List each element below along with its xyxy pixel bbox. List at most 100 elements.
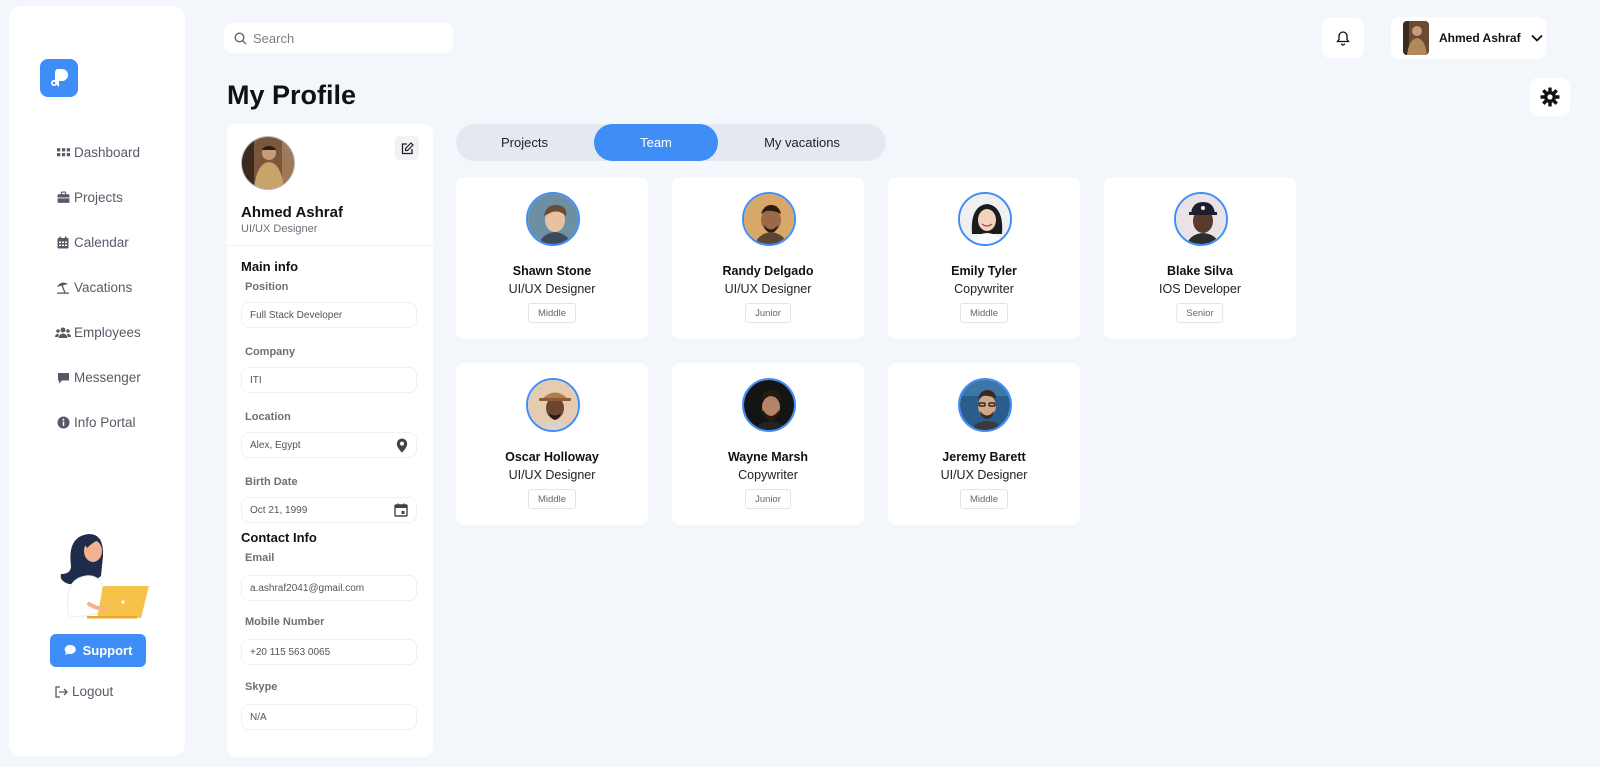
position-field[interactable]: Full Stack Developer: [241, 302, 417, 328]
avatar: [526, 378, 580, 432]
sidebar-item-label: Employees: [74, 325, 141, 340]
gear-icon: [1540, 87, 1560, 107]
member-name: Oscar Holloway: [505, 450, 599, 464]
member-name: Emily Tyler: [951, 264, 1017, 278]
logout-icon: [55, 685, 68, 698]
divider: [227, 245, 433, 246]
search-input[interactable]: [253, 30, 443, 46]
user-name: Ahmed Ashraf: [1439, 31, 1521, 45]
profile-avatar: [241, 136, 295, 190]
sidebar-item-calendar[interactable]: Calendar: [55, 220, 141, 265]
briefcase-icon: [55, 190, 71, 206]
tab-my-vacations[interactable]: My vacations: [718, 124, 886, 161]
level-badge: Middle: [960, 489, 1008, 509]
birth-date-field[interactable]: Oct 21, 1999: [241, 497, 417, 523]
birth-date-value: Oct 21, 1999: [250, 504, 308, 516]
email-field[interactable]: a.ashraf2041@gmail.com: [241, 575, 417, 601]
member-role: Copywriter: [738, 468, 798, 482]
sidebar-item-employees[interactable]: Employees: [55, 310, 141, 355]
member-name: Wayne Marsh: [727, 450, 809, 464]
info-icon: [55, 415, 71, 431]
member-role: UI/UX Designer: [724, 282, 812, 296]
avatar: [1403, 21, 1429, 55]
sidebar-item-vacations[interactable]: Vacations: [55, 265, 141, 310]
member-name: Randy Delgado: [722, 264, 814, 278]
profile-card: Ahmed Ashraf UI/UX Designer Main info Po…: [227, 124, 433, 757]
position-label: Position: [245, 281, 289, 293]
support-label: Support: [82, 643, 133, 658]
member-name: Jeremy Barett: [942, 450, 1026, 464]
sidebar-item-messenger[interactable]: Messenger: [55, 355, 141, 400]
profile-name: Ahmed Ashraf: [241, 204, 343, 221]
mobile-value: +20 115 563 0065: [250, 646, 331, 658]
chat-icon: [55, 370, 71, 386]
avatar: [958, 192, 1012, 246]
main-info-title: Main info: [241, 259, 299, 274]
sidebar-item-label: Projects: [74, 190, 123, 205]
level-badge: Middle: [528, 303, 576, 323]
logout-label: Logout: [72, 684, 114, 699]
company-value: ITI: [250, 374, 262, 386]
level-badge: Junior: [745, 303, 791, 323]
sidebar-item-label: Vacations: [74, 280, 133, 295]
calendar-icon: [394, 503, 408, 517]
bell-icon: [1336, 31, 1350, 46]
grid-icon: [55, 145, 71, 161]
sidebar-item-label: Calendar: [74, 235, 129, 250]
member-role: IOS Developer: [1159, 282, 1241, 296]
chevron-down-icon: [1530, 34, 1543, 42]
email-value: a.ashraf2041@gmail.com: [250, 582, 365, 594]
member-name: Shawn Stone: [512, 264, 592, 278]
settings-button[interactable]: [1530, 78, 1570, 116]
skype-value: N/A: [250, 711, 267, 723]
member-role: UI/UX Designer: [508, 468, 596, 482]
search-icon: [234, 31, 247, 44]
skype-field[interactable]: N/A: [241, 704, 417, 730]
level-badge: Senior: [1176, 303, 1224, 323]
level-badge: Middle: [960, 303, 1008, 323]
sidebar-item-info-portal[interactable]: Info Portal: [55, 400, 141, 445]
team-member-card[interactable]: Wayne Marsh Copywriter Junior: [672, 363, 864, 525]
member-role: Copywriter: [954, 282, 1014, 296]
sidebar-nav: Dashboard Projects Calendar Vacations Em…: [55, 130, 141, 445]
tab-projects[interactable]: Projects: [456, 124, 593, 161]
user-menu[interactable]: Ahmed Ashraf: [1391, 17, 1546, 59]
map-pin-icon: [396, 438, 408, 452]
mobile-field[interactable]: +20 115 563 0065: [241, 639, 417, 665]
company-field[interactable]: ITI: [241, 367, 417, 393]
notifications-button[interactable]: [1322, 18, 1364, 58]
skype-label: Skype: [245, 681, 278, 693]
logout-link[interactable]: Logout: [55, 684, 113, 699]
profile-tabs: Projects Team My vacations: [456, 124, 886, 161]
sidebar-item-label: Info Portal: [74, 415, 136, 430]
app-logo[interactable]: [40, 59, 78, 97]
umbrella-beach-icon: [55, 280, 71, 296]
sidebar-item-dashboard[interactable]: Dashboard: [55, 130, 141, 175]
email-label: Email: [245, 552, 275, 564]
birth-date-label: Birth Date: [245, 476, 298, 488]
avatar: [526, 192, 580, 246]
sidebar-item-projects[interactable]: Projects: [55, 175, 141, 220]
member-name: Blake Silva: [1166, 264, 1233, 278]
tab-team[interactable]: Team: [594, 124, 718, 161]
level-badge: Junior: [745, 489, 791, 509]
location-field[interactable]: Alex, Egypt: [241, 432, 417, 458]
level-badge: Middle: [528, 489, 576, 509]
member-role: UI/UX Designer: [508, 282, 596, 296]
team-member-card[interactable]: Oscar Holloway UI/UX Designer Middle: [456, 363, 648, 525]
location-value: Alex, Egypt: [250, 439, 301, 451]
edit-profile-button[interactable]: [395, 136, 419, 160]
team-member-card[interactable]: Randy Delgado UI/UX Designer Junior: [672, 177, 864, 339]
team-member-card[interactable]: Jeremy Barett UI/UX Designer Middle: [888, 363, 1080, 525]
team-member-card[interactable]: Shawn Stone UI/UX Designer Middle: [456, 177, 648, 339]
member-role: UI/UX Designer: [940, 468, 1028, 482]
team-member-card[interactable]: Blake Silva IOS Developer Senior: [1104, 177, 1296, 339]
team-member-card[interactable]: Emily Tyler Copywriter Middle: [888, 177, 1080, 339]
support-button[interactable]: Support: [50, 634, 146, 667]
users-icon: [55, 325, 71, 341]
page-title: My Profile: [227, 80, 357, 110]
company-label: Company: [245, 346, 296, 358]
avatar: [1174, 192, 1228, 246]
chat-bubble-icon: [64, 644, 76, 655]
support-illustration: [49, 526, 149, 626]
